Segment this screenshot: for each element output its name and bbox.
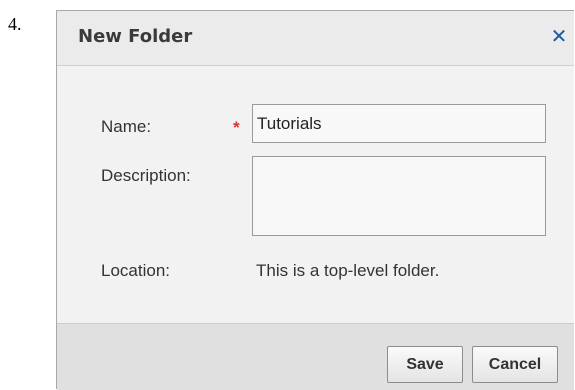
location-value: This is a top-level folder. bbox=[256, 261, 440, 280]
name-label: Name: bbox=[101, 117, 152, 136]
dialog-title: New Folder bbox=[78, 26, 193, 47]
cancel-button[interactable]: Cancel bbox=[472, 346, 558, 383]
dialog-footer: Save Cancel bbox=[57, 323, 574, 390]
required-indicator: * bbox=[233, 118, 240, 137]
description-label: Description: bbox=[101, 166, 191, 185]
dialog-header: New Folder ✕ bbox=[57, 11, 574, 66]
description-input[interactable] bbox=[252, 156, 546, 236]
save-button[interactable]: Save bbox=[387, 346, 463, 383]
new-folder-dialog: New Folder ✕ Name: * Description: Locati… bbox=[56, 10, 574, 390]
location-label: Location: bbox=[101, 261, 170, 280]
close-icon[interactable]: ✕ bbox=[546, 22, 572, 50]
name-input[interactable] bbox=[252, 104, 546, 143]
step-number: 4. bbox=[8, 14, 22, 34]
